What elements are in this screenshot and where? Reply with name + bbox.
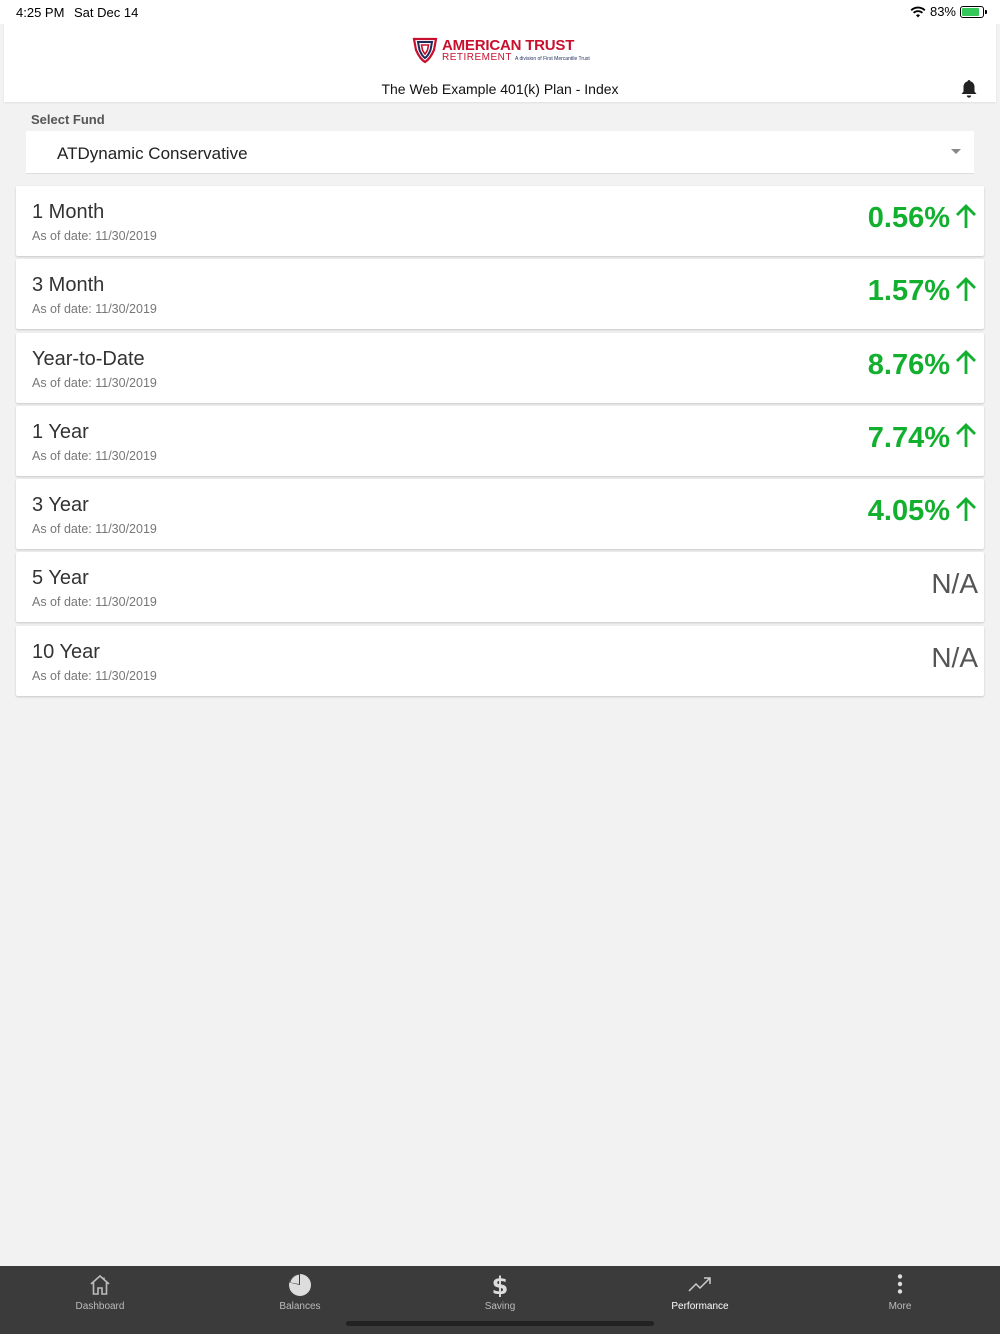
return-value: 0.56% (867, 202, 950, 234)
performance-list: 1 Month As of date: 11/30/2019 0.56% 3 M… (16, 186, 984, 699)
period-label: Year-to-Date (32, 347, 145, 370)
period-label: 3 Month (32, 274, 105, 297)
period-label: 5 Year (32, 567, 89, 590)
app-header: AMERICAN TRUST RETIREMENT A division of … (4, 24, 996, 102)
as-of-date: As of date: 11/30/2019 (32, 448, 157, 463)
performance-card-3-month: 3 Month As of date: 11/30/2019 1.57% (16, 259, 984, 330)
performance-card-10-year: 10 Year As of date: 11/30/2019 N/A (16, 625, 984, 696)
wifi-icon (910, 6, 926, 17)
pie-chart-icon (289, 1274, 311, 1296)
trending-up-icon (688, 1277, 711, 1292)
brand-name: AMERICAN TRUST (442, 36, 575, 54)
arrow-up-icon (956, 350, 976, 375)
period-label: 3 Year (32, 494, 89, 517)
performance-card-3-year: 3 Year As of date: 11/30/2019 4.05% (16, 479, 984, 550)
battery-percent: 83% (929, 4, 956, 19)
brand-logo: AMERICAN TRUST RETIREMENT A division of … (412, 36, 590, 64)
status-date: Sat Dec 14 (74, 5, 139, 20)
tab-dashboard[interactable]: Dashboard (0, 1266, 200, 1334)
status-time: 4:25 PM (16, 5, 65, 20)
as-of-date: As of date: 11/30/2019 (32, 668, 157, 683)
performance-card-5-year: 5 Year As of date: 11/30/2019 N/A (16, 552, 984, 623)
dollar-icon: $ (492, 1273, 509, 1297)
more-vertical-icon (897, 1274, 903, 1294)
as-of-date: As of date: 11/30/2019 (32, 229, 157, 243)
fund-select-dropdown[interactable]: ATDynamic Conservative (26, 131, 974, 174)
brand-division: A division of First Mercantile Trust (515, 55, 590, 62)
period-label: 1 Month (32, 201, 105, 223)
status-bar: 4:25 PM Sat Dec 14 83% (0, 0, 1000, 24)
return-value: 4.05% (867, 495, 950, 528)
select-fund-label: Select Fund (31, 112, 105, 127)
tab-label: More (888, 1301, 912, 1312)
bell-icon[interactable] (960, 79, 978, 99)
svg-text:$: $ (492, 1273, 509, 1297)
period-label: 1 Year (32, 420, 89, 443)
battery-icon (960, 5, 987, 18)
arrow-up-icon (956, 203, 976, 228)
status-indicators: 83% (910, 4, 987, 19)
tab-label: Saving (484, 1301, 516, 1312)
brand-subname: RETIREMENT (442, 51, 512, 63)
fund-select-value: ATDynamic Conservative (57, 144, 248, 163)
as-of-date: As of date: 11/30/2019 (32, 595, 157, 610)
arrow-up-icon (956, 423, 976, 448)
return-value: 8.76% (867, 348, 950, 381)
period-label: 10 Year (32, 640, 100, 663)
tab-more[interactable]: More (800, 1266, 1000, 1334)
return-value: 7.74% (867, 421, 950, 454)
caret-down-icon (951, 149, 961, 154)
as-of-date: As of date: 11/30/2019 (32, 302, 157, 317)
return-value: N/A (931, 641, 978, 673)
return-value: N/A (931, 568, 978, 600)
shield-logo-icon (412, 37, 438, 64)
tab-label: Balances (279, 1301, 321, 1312)
return-value: 1.57% (867, 275, 950, 308)
plan-title: The Web Example 401(k) Plan - Index (381, 81, 619, 97)
performance-card-ytd: Year-to-Date As of date: 11/30/2019 8.76… (16, 332, 984, 403)
arrow-up-icon (956, 276, 976, 301)
performance-card-1-month: 1 Month As of date: 11/30/2019 0.56% (16, 186, 984, 256)
as-of-date: As of date: 11/30/2019 (32, 375, 157, 390)
tab-label: Performance (671, 1301, 729, 1312)
arrow-up-icon (956, 496, 976, 521)
performance-card-1-year: 1 Year As of date: 11/30/2019 7.74% (16, 405, 984, 476)
as-of-date: As of date: 11/30/2019 (32, 522, 157, 537)
tab-label: Dashboard (75, 1301, 125, 1312)
home-indicator[interactable] (346, 1321, 654, 1326)
home-icon (90, 1274, 110, 1295)
